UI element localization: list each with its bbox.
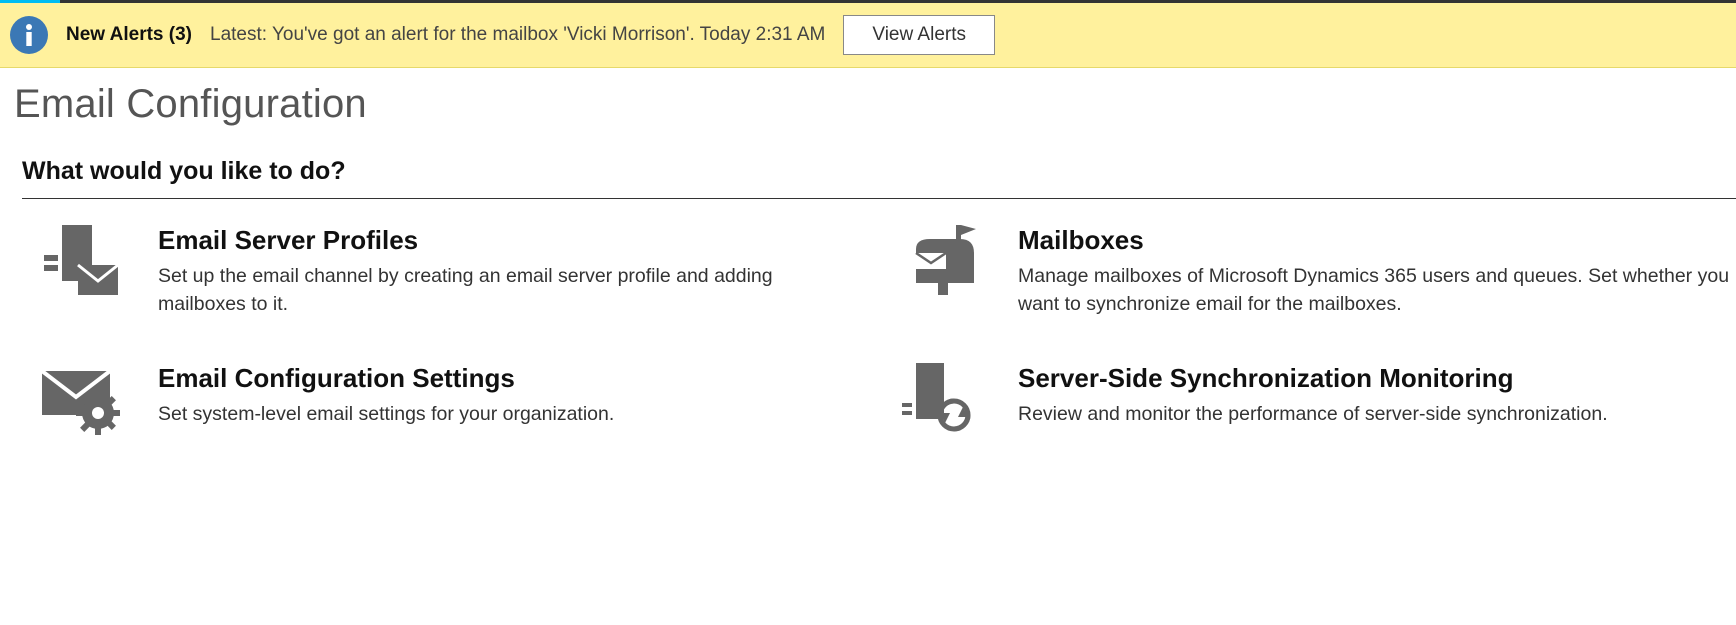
- view-alerts-button[interactable]: View Alerts: [843, 15, 995, 55]
- page-title: Email Configuration: [14, 82, 1736, 127]
- option-desc: Set system-level email settings for your…: [158, 400, 614, 428]
- mail-gear-icon: [38, 363, 124, 435]
- alert-latest-text: Latest: You've got an alert for the mail…: [210, 24, 825, 46]
- option-server-sync-monitoring[interactable]: Server-Side Synchronization Monitoring R…: [898, 363, 1736, 435]
- mailbox-icon: [898, 225, 984, 297]
- option-title: Email Configuration Settings: [158, 363, 614, 394]
- option-email-server-profiles[interactable]: Email Server Profiles Set up the email c…: [38, 225, 898, 319]
- option-title: Email Server Profiles: [158, 225, 798, 256]
- info-icon: [10, 16, 48, 54]
- server-mail-icon: [38, 225, 124, 297]
- option-mailboxes[interactable]: Mailboxes Manage mailboxes of Microsoft …: [898, 225, 1736, 319]
- option-email-config-settings[interactable]: Email Configuration Settings Set system-…: [38, 363, 898, 435]
- option-title: Mailboxes: [1018, 225, 1736, 256]
- section-underline: [22, 198, 1736, 199]
- alert-bar: New Alerts (3) Latest: You've got an ale…: [0, 3, 1736, 68]
- options-grid: Email Server Profiles Set up the email c…: [38, 225, 1736, 435]
- option-desc: Set up the email channel by creating an …: [158, 262, 798, 319]
- server-sync-icon: [898, 363, 984, 435]
- option-desc: Review and monitor the performance of se…: [1018, 400, 1608, 428]
- option-desc: Manage mailboxes of Microsoft Dynamics 3…: [1018, 262, 1736, 319]
- alert-title: New Alerts (3): [66, 24, 192, 46]
- section-heading: What would you like to do?: [22, 157, 1736, 194]
- option-title: Server-Side Synchronization Monitoring: [1018, 363, 1608, 394]
